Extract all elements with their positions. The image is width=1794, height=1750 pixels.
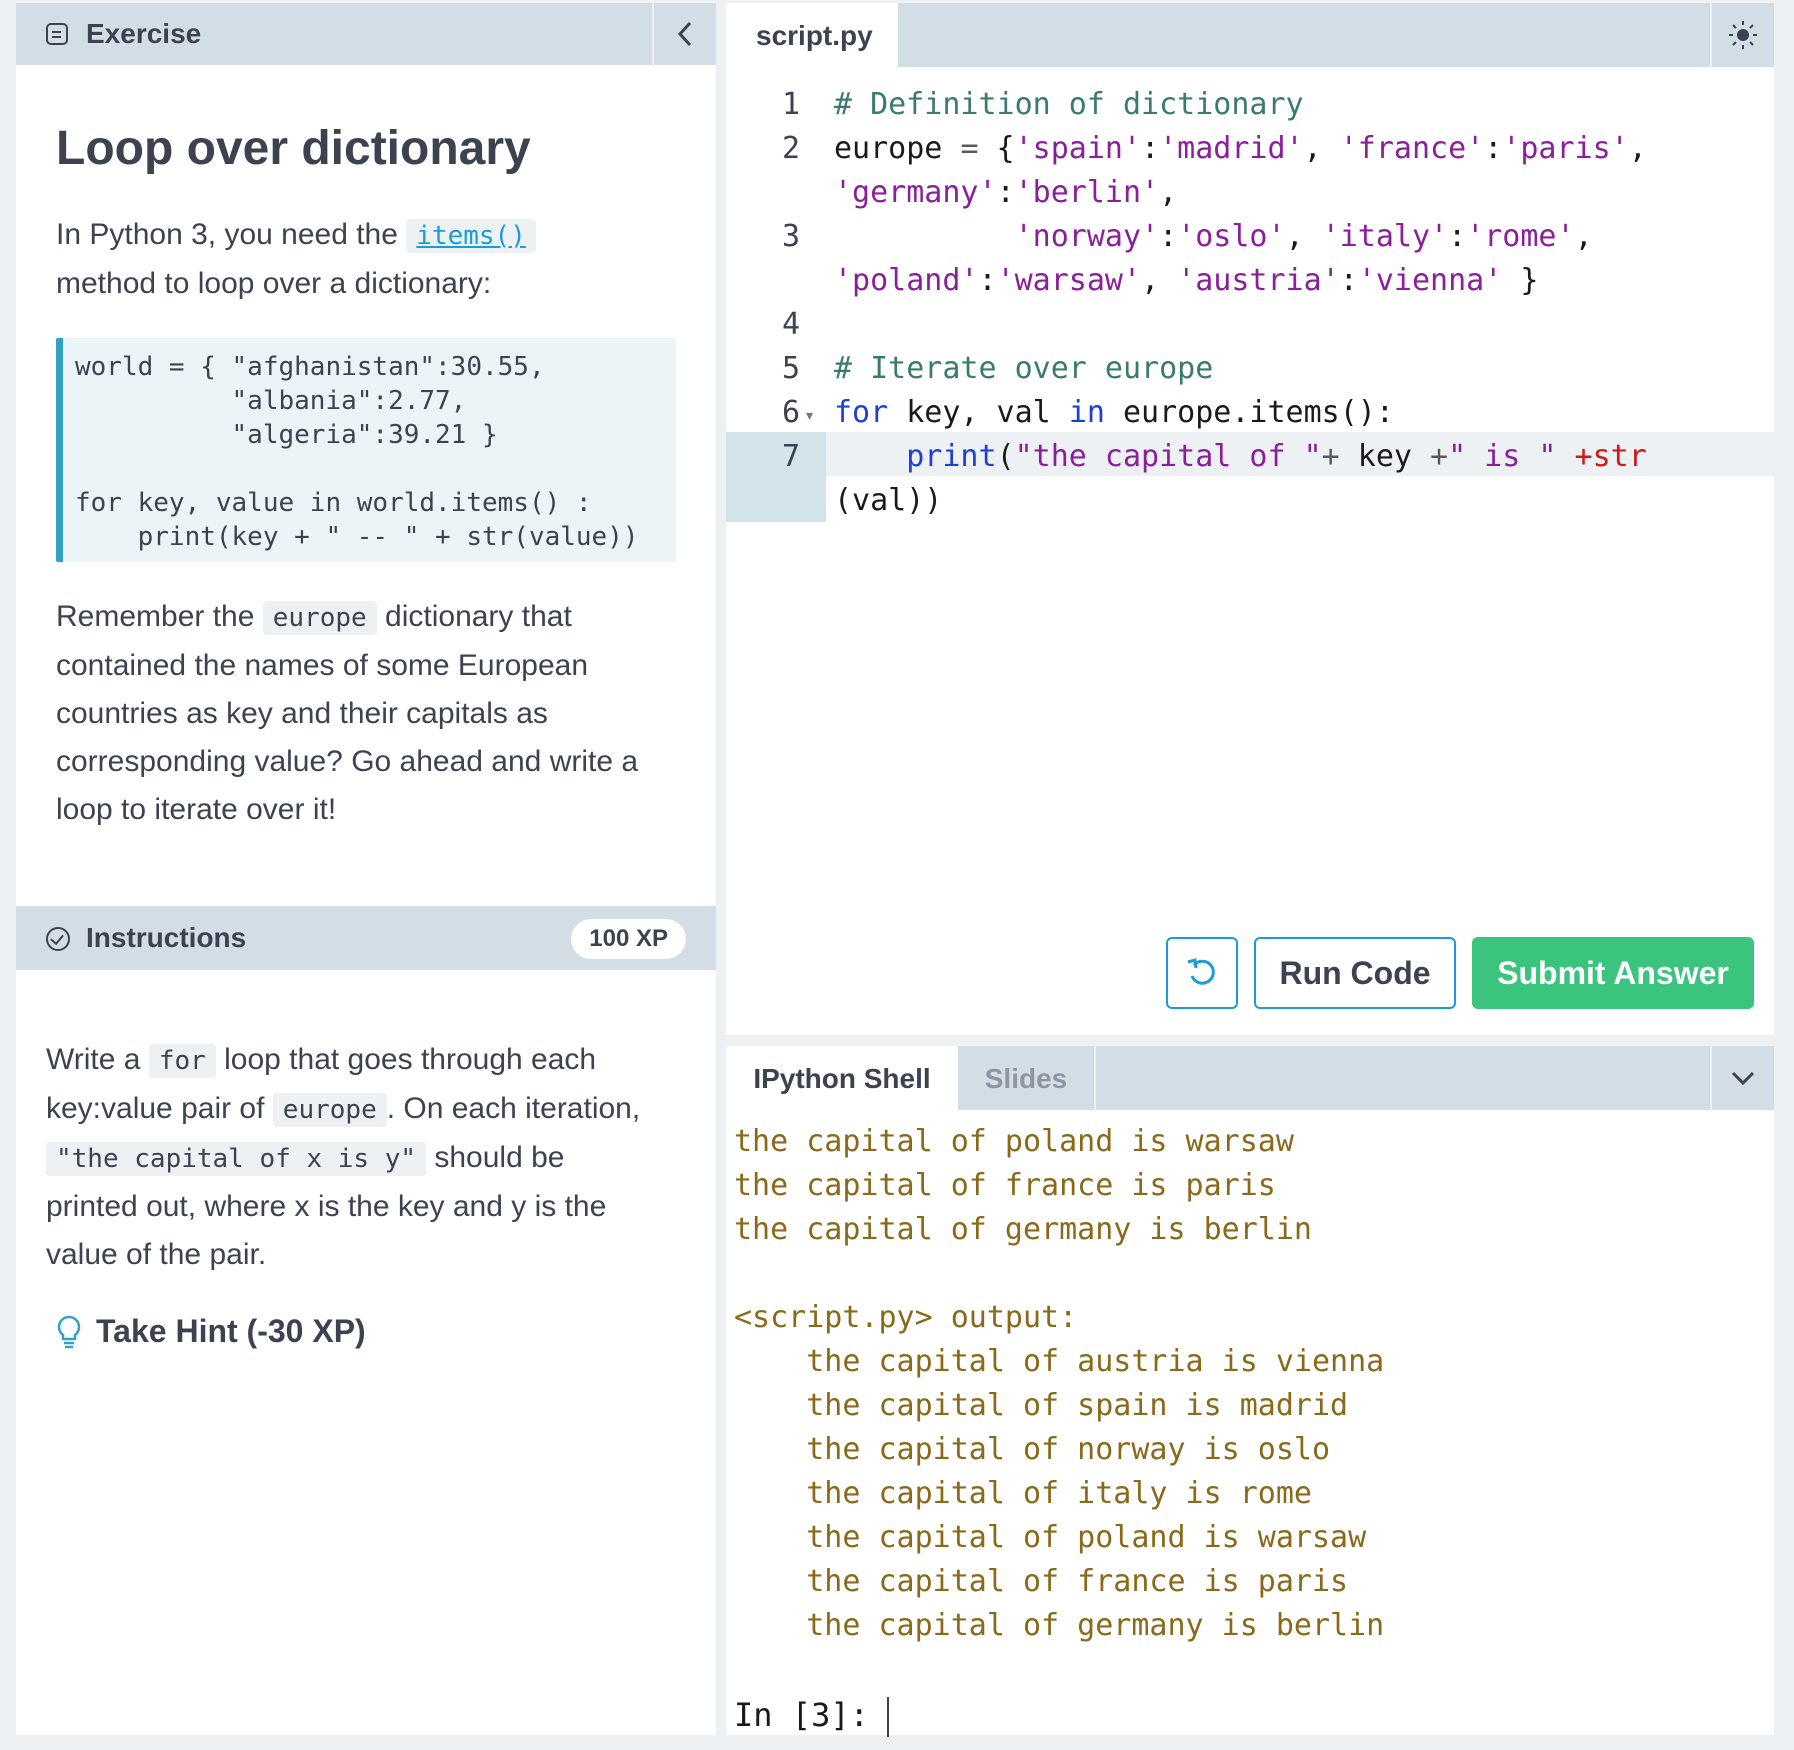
instr-should-be: should be xyxy=(434,1141,565,1174)
shell-output-line: the capital of norway is oslo xyxy=(734,1432,1331,1467)
code-line-3-wrap[interactable]: 'poland':'warsaw', 'austria':'vienna' } xyxy=(834,263,1538,298)
intro-text: In Python 3, you need the xyxy=(56,218,398,251)
instr-keyvalue-text: key:value pair of xyxy=(46,1092,265,1125)
exercise-title: Loop over dictionary xyxy=(56,122,531,175)
capital-code-chip: "the capital of x is y" xyxy=(46,1142,427,1176)
europe-code-chip: europe xyxy=(262,601,377,635)
instructions-header: Instructions 100 XP xyxy=(16,906,716,970)
code-editor-panel: script.py 1 2 3 4 5 6 ▾ 7 # Definition o… xyxy=(726,3,1774,1035)
reset-code-button[interactable] xyxy=(1166,937,1238,1009)
shell-output-line: the capital of spain is madrid xyxy=(734,1388,1349,1423)
remember-text: Remember the xyxy=(56,600,255,633)
exercise-header-label: Exercise xyxy=(86,18,202,49)
europe-code-chip-2: europe xyxy=(272,1093,387,1127)
shell-output-line: the capital of italy is rome xyxy=(734,1476,1312,1511)
line-number: 5 xyxy=(781,351,800,386)
instr-loop-text: loop that goes through each xyxy=(224,1043,597,1076)
document-icon xyxy=(46,23,68,45)
sun-icon xyxy=(1729,21,1757,49)
line-number: 7 xyxy=(781,439,800,474)
prompt-label: In [3]: xyxy=(734,1696,869,1734)
exercise-intro: In Python 3, you need the items() method… xyxy=(56,211,676,308)
remember-line-5: loop to iterate over it! xyxy=(56,793,337,826)
instr-line-4: printed out, where x is the key and y is… xyxy=(46,1190,607,1223)
example-code-block: world = { "afghanistan":30.55, "albania"… xyxy=(56,338,676,562)
tab-ipython-shell[interactable]: IPython Shell xyxy=(726,1046,958,1110)
instr-line-5: value of the pair. xyxy=(46,1238,267,1271)
for-code-chip: for xyxy=(148,1044,216,1078)
shell-output-line: <script.py> output: xyxy=(734,1300,1078,1335)
shell-output-line: the capital of germany is berlin xyxy=(734,1608,1385,1643)
exercise-panel: Exercise Loop over dictionary In Python … xyxy=(16,3,716,1735)
chevron-down-icon xyxy=(1731,1071,1755,1086)
take-hint-button[interactable]: Take Hint (-30 XP) xyxy=(56,1313,366,1350)
shell-tab-bar: IPython Shell Slides xyxy=(726,1046,1774,1110)
shell-output-line: the capital of poland is warsaw xyxy=(734,1124,1294,1159)
submit-answer-button[interactable]: Submit Answer xyxy=(1472,937,1754,1009)
code-line-7-wrap[interactable]: (val)) xyxy=(834,483,942,518)
shell-output-line: the capital of france is paris xyxy=(734,1564,1349,1599)
instructions-header-label: Instructions xyxy=(86,922,247,953)
example-code: world = { "afghanistan":30.55, "albania"… xyxy=(75,352,639,552)
lightbulb-icon xyxy=(56,1315,82,1349)
code-line-6[interactable]: for key, val in europe.items(): xyxy=(834,395,1394,430)
exercise-remember-text: Remember the europe dictionary that cont… xyxy=(56,593,696,834)
code-line-5[interactable]: # Iterate over europe xyxy=(834,351,1213,386)
remember-line-4: corresponding value? Go ahead and write … xyxy=(56,745,639,778)
items-method-link[interactable]: items() xyxy=(406,219,536,253)
chevron-left-icon xyxy=(677,21,692,47)
shell-output-line: the capital of germany is berlin xyxy=(734,1212,1312,1247)
line-number: 2 xyxy=(781,131,800,166)
fold-arrow-icon[interactable]: ▾ xyxy=(806,407,813,424)
theme-toggle-button[interactable] xyxy=(1710,3,1774,67)
tab-script-py[interactable]: script.py xyxy=(726,3,898,67)
run-code-button[interactable]: Run Code xyxy=(1254,937,1456,1009)
tab-slides[interactable]: Slides xyxy=(958,1046,1096,1110)
instr-on-each: . On each iteration, xyxy=(386,1092,641,1125)
intro-text-2: method to loop over a dictionary: xyxy=(56,267,492,300)
ipython-shell-panel: IPython Shell Slides the capital of pola… xyxy=(726,1046,1774,1737)
shell-output-line: the capital of austria is vienna xyxy=(734,1344,1385,1379)
code-line-2[interactable]: europe = {'spain':'madrid', 'france':'pa… xyxy=(834,131,1647,166)
line-number: 3 xyxy=(781,219,800,254)
collapse-shell-button[interactable] xyxy=(1710,1046,1774,1110)
line-number: 4 xyxy=(781,307,800,342)
remember-text-after: dictionary that xyxy=(385,600,572,633)
collapse-panel-button[interactable] xyxy=(652,3,716,65)
editor-tab-bar: script.py xyxy=(726,3,1774,67)
instr-write-a: Write a xyxy=(46,1043,141,1076)
line-number: 6 xyxy=(781,395,800,430)
code-line-1[interactable]: # Definition of dictionary xyxy=(834,87,1304,122)
take-hint-label: Take Hint (-30 XP) xyxy=(96,1313,366,1349)
code-line-7[interactable]: print("the capital of "+ key +" is " +st… xyxy=(834,439,1647,474)
line-number: 1 xyxy=(781,87,800,122)
shell-output-line: the capital of france is paris xyxy=(734,1168,1276,1203)
code-line-3[interactable]: 'norway':'oslo', 'italy':'rome', xyxy=(834,219,1593,254)
undo-icon xyxy=(1187,958,1215,985)
shell-input-prompt[interactable]: In [3]: xyxy=(734,1696,889,1737)
remember-line-3: countries as key and their capitals as xyxy=(56,697,548,730)
remember-line-2: contained the names of some European xyxy=(56,649,589,682)
exercise-header: Exercise xyxy=(16,3,716,65)
instructions-text: Write a for loop that goes through each … xyxy=(46,1036,716,1279)
text-cursor xyxy=(886,1697,889,1737)
xp-badge: 100 XP xyxy=(571,919,686,959)
code-line-2-wrap[interactable]: 'germany':'berlin', xyxy=(834,175,1177,210)
shell-output-line: the capital of poland is warsaw xyxy=(734,1520,1367,1555)
check-circle-icon xyxy=(46,927,70,951)
